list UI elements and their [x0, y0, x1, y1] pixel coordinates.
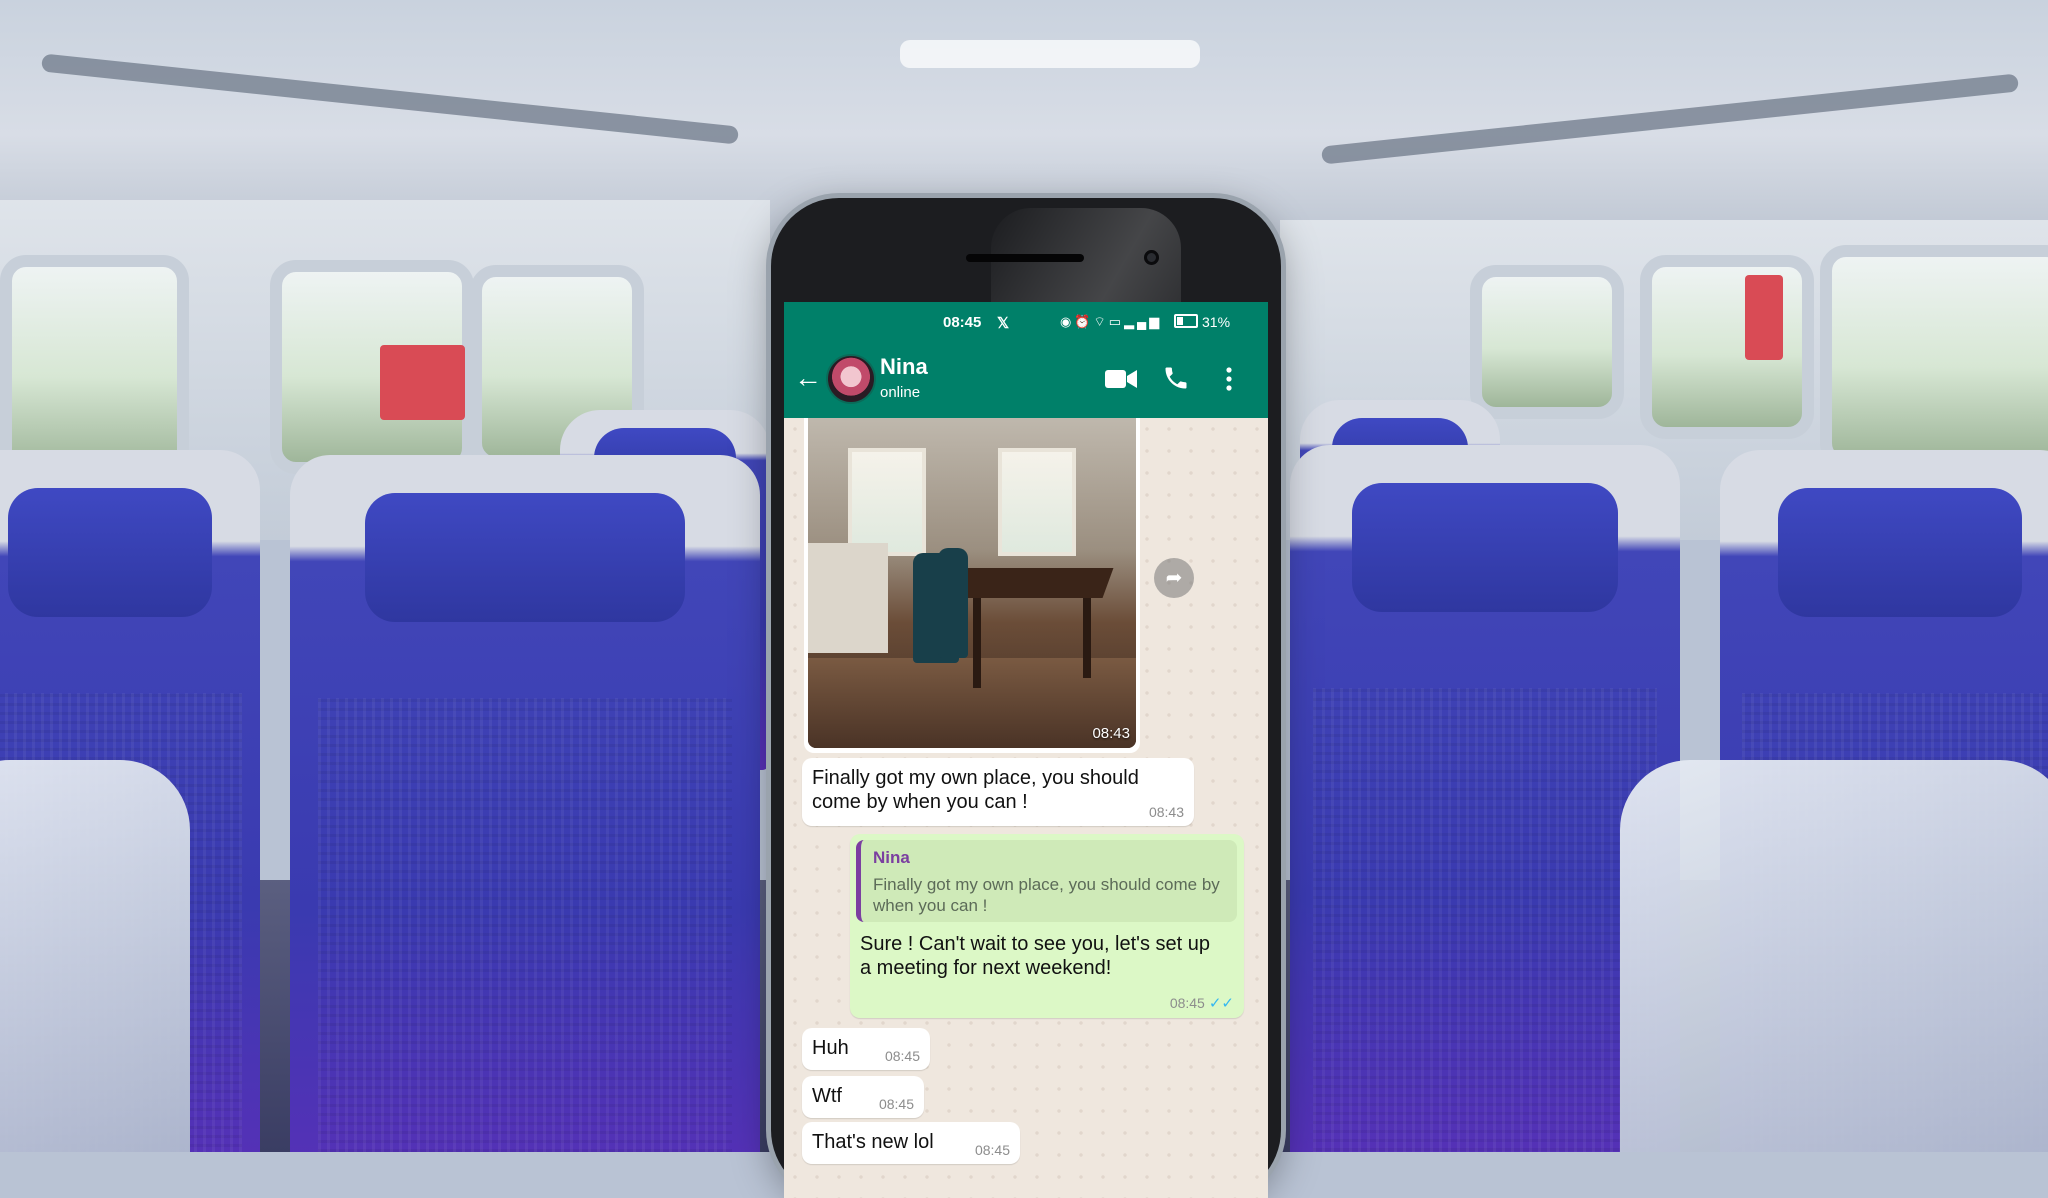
- lte-icon: ▭: [1108, 314, 1125, 329]
- message-text: Wtf: [812, 1085, 842, 1107]
- earpiece-speaker: [966, 254, 1084, 262]
- chat-header: ← Nina online: [784, 342, 1268, 418]
- incoming-message[interactable]: Huh 08:45: [802, 1028, 930, 1070]
- image-timestamp: 08:43: [1092, 725, 1130, 742]
- message-text: Huh: [812, 1037, 849, 1059]
- window-left-1: [0, 255, 189, 479]
- arrow-back-icon[interactable]: ←: [794, 364, 822, 392]
- red-sign-left: [380, 345, 465, 420]
- red-sign-right: [1745, 275, 1783, 360]
- message-time: 08:43: [1148, 804, 1184, 820]
- presence-status: online: [880, 384, 921, 401]
- message-time: 08:45: [974, 1142, 1010, 1158]
- outgoing-message[interactable]: Nina Finally got my own place, you shoul…: [850, 834, 1244, 1018]
- seat-front-right: [1620, 760, 2048, 1152]
- front-camera: [1144, 250, 1159, 265]
- alarm-icon: ⏰: [1074, 314, 1094, 329]
- status-time: 08:45: [943, 314, 982, 331]
- battery-icon: [1174, 314, 1198, 328]
- seat-left-2: [290, 455, 760, 1152]
- message-text: Sure ! Can't wait to see you, let's set …: [860, 933, 1211, 979]
- avatar[interactable]: [826, 354, 876, 404]
- forward-icon[interactable]: ➦: [1154, 558, 1194, 598]
- more-vert-icon[interactable]: [1224, 366, 1234, 392]
- whatsapp-screen: 08:45 𝕏 ◉⏰⌔▭▂▄▆ 31% ← Nina online 08:43 …: [784, 302, 1268, 1198]
- x-app-icon: 𝕏: [997, 315, 1010, 332]
- message-time: 08:45: [878, 1096, 914, 1112]
- contact-name[interactable]: Nina: [880, 354, 928, 380]
- ceiling-light: [900, 40, 1200, 68]
- status-icons: ◉⏰⌔▭▂▄▆: [1060, 314, 1162, 330]
- incoming-message[interactable]: That's new lol 08:45: [802, 1122, 1020, 1164]
- message-meta: 08:45 ✓✓: [1170, 994, 1234, 1012]
- quoted-message[interactable]: Nina Finally got my own place, you shoul…: [856, 840, 1237, 922]
- read-ticks-icon: ✓✓: [1208, 995, 1234, 1012]
- battery-indicator: 31%: [1174, 314, 1230, 330]
- phone: 08:45 𝕏 ◉⏰⌔▭▂▄▆ 31% ← Nina online 08:43 …: [771, 198, 1281, 1198]
- chat-area[interactable]: 08:43 ➦ Finally got my own place, you sh…: [784, 418, 1268, 1198]
- message-text: Finally got my own place, you should com…: [812, 767, 1139, 813]
- video-call-icon[interactable]: [1104, 366, 1138, 392]
- status-bar: 08:45 𝕏 ◉⏰⌔▭▂▄▆ 31%: [784, 302, 1268, 342]
- window-right-1: [1470, 265, 1624, 419]
- window-right-2: [1640, 255, 1814, 439]
- kitchen-photo[interactable]: 08:43: [808, 418, 1136, 748]
- wifi-icon: ⌔: [1093, 314, 1109, 329]
- signal-icon: ▂▄▆: [1124, 314, 1163, 329]
- phone-call-icon[interactable]: [1162, 364, 1190, 392]
- quote-sender: Nina: [873, 848, 910, 867]
- image-message[interactable]: 08:43: [804, 418, 1140, 753]
- seat-front-left: [0, 760, 190, 1152]
- quote-text: Finally got my own place, you should com…: [873, 875, 1220, 915]
- message-time: 08:45: [884, 1048, 920, 1064]
- message-text: That's new lol: [812, 1131, 934, 1153]
- incoming-message[interactable]: Wtf 08:45: [802, 1076, 924, 1118]
- message-time: 08:45: [1169, 995, 1205, 1011]
- incoming-message[interactable]: Finally got my own place, you should com…: [802, 758, 1194, 826]
- eye-icon: ◉: [1060, 314, 1075, 329]
- battery-percent: 31%: [1202, 314, 1231, 330]
- window-right-3: [1820, 245, 2048, 469]
